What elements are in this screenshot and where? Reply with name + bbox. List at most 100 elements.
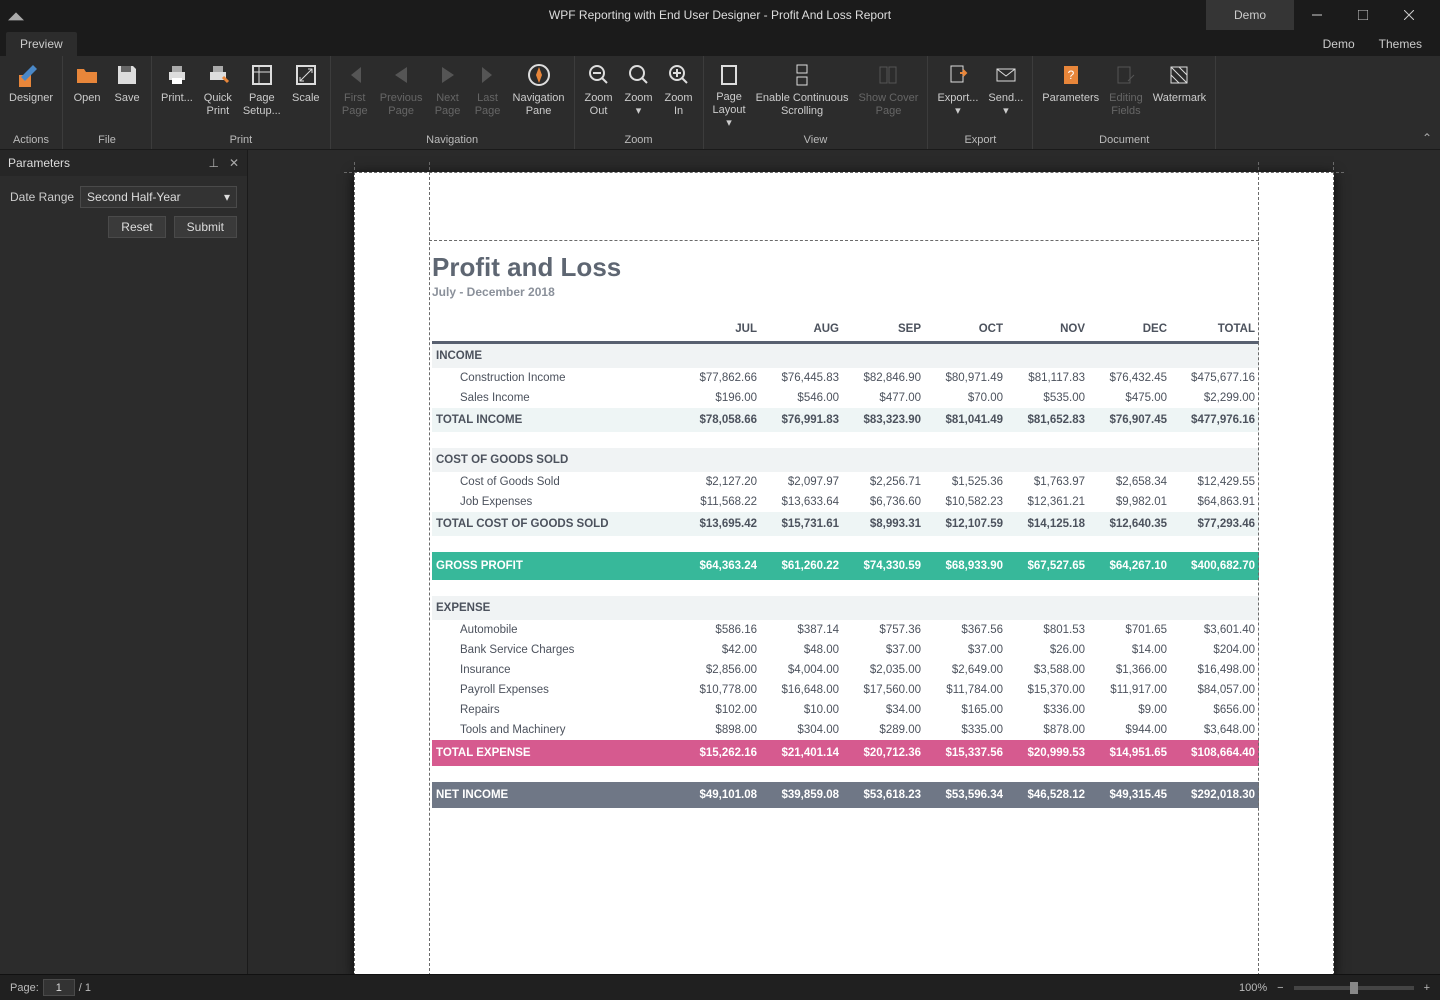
titlebar: WPF Reporting with End User Designer - P… (0, 0, 1440, 30)
table-row: Insurance$2,856.00$4,004.00$2,035.00$2,6… (432, 660, 1259, 680)
zoom-in-icon (666, 62, 692, 88)
page-layout-button[interactable]: Page Layout▾ (708, 60, 751, 132)
parameters-button[interactable]: ?Parameters (1037, 60, 1104, 132)
watermark-icon (1166, 62, 1192, 88)
prev-page-icon (388, 62, 414, 88)
next-page-icon (435, 62, 461, 88)
chevron-down-icon: ▾ (726, 117, 732, 130)
zoom-in-small-button[interactable]: + (1424, 982, 1430, 994)
send-button[interactable]: Send...▾ (983, 60, 1028, 132)
folder-open-icon (74, 62, 100, 88)
cover-page-icon (875, 62, 901, 88)
column-header: NOV (1007, 317, 1089, 343)
editing-fields-button[interactable]: Editing Fields (1104, 60, 1148, 132)
column-header: OCT (925, 317, 1007, 343)
show-cover-button[interactable]: Show Cover Page (854, 60, 924, 132)
watermark-button[interactable]: Watermark (1148, 60, 1211, 132)
continuous-scroll-button[interactable]: Enable Continuous Scrolling (751, 60, 854, 132)
table-row: Job Expenses$11,568.22$13,633.64$6,736.6… (432, 492, 1259, 512)
table-row: Cost of Goods Sold$2,127.20$2,097.97$2,2… (432, 472, 1259, 492)
report-title: Profit and Loss (432, 252, 1259, 283)
pin-icon[interactable]: ⊥ (208, 156, 218, 170)
table-row: TOTAL INCOME$78,058.66$76,991.83$83,323.… (432, 408, 1259, 432)
report-viewer[interactable]: Profit and Loss July - December 2018 JUL… (248, 150, 1440, 974)
app-menu-icon[interactable] (8, 7, 24, 23)
print-button[interactable]: Print... (156, 60, 198, 132)
column-header: DEC (1089, 317, 1171, 343)
table-row: Bank Service Charges$42.00$48.00$37.00$3… (432, 640, 1259, 660)
collapse-ribbon-icon[interactable]: ⌃ (1422, 131, 1432, 145)
window-title: WPF Reporting with End User Designer - P… (549, 8, 891, 22)
page-layout-icon (716, 62, 742, 87)
first-page-button[interactable]: First Page (335, 60, 375, 132)
maximize-button[interactable] (1340, 0, 1386, 30)
report-table: JULAUGSEPOCTNOVDECTOTAL INCOMEConstructi… (432, 317, 1259, 808)
table-row (432, 766, 1259, 782)
column-header: TOTAL (1171, 317, 1259, 343)
link-demo[interactable]: Demo (1311, 32, 1367, 56)
quick-print-icon (205, 62, 231, 88)
table-row (432, 432, 1259, 448)
export-button[interactable]: Export...▾ (932, 60, 983, 132)
reset-button[interactable]: Reset (108, 216, 165, 238)
zoom-button[interactable]: Zoom▾ (619, 60, 659, 132)
previous-page-button[interactable]: Previous Page (375, 60, 428, 132)
table-row: NET INCOME$49,101.08$39,859.08$53,618.23… (432, 782, 1259, 808)
last-page-icon (475, 62, 501, 88)
zoom-out-icon (586, 62, 612, 88)
page-total: / 1 (79, 982, 91, 994)
table-row: Automobile$586.16$387.14$757.36$367.56$8… (432, 620, 1259, 640)
save-icon (114, 62, 140, 88)
svg-text:?: ? (1067, 68, 1074, 82)
next-page-button[interactable]: Next Page (428, 60, 468, 132)
zoom-value: 100% (1239, 982, 1267, 994)
zoom-slider[interactable] (1294, 986, 1414, 990)
navigation-pane-button[interactable]: Navigation Pane (508, 60, 570, 132)
open-button[interactable]: Open (67, 60, 107, 132)
table-row: Payroll Expenses$10,778.00$16,648.00$17,… (432, 680, 1259, 700)
zoom-out-small-button[interactable]: − (1277, 982, 1283, 994)
export-icon (945, 62, 971, 88)
compass-icon (526, 62, 552, 88)
zoom-out-button[interactable]: Zoom Out (579, 60, 619, 132)
editing-fields-icon (1113, 62, 1139, 88)
demo-badge: Demo (1206, 0, 1294, 30)
date-range-select[interactable]: Second Half-Year ▾ (80, 186, 237, 208)
report-page: Profit and Loss July - December 2018 JUL… (354, 172, 1334, 974)
table-row: COST OF GOODS SOLD (432, 448, 1259, 472)
column-header: AUG (761, 317, 843, 343)
table-row (432, 580, 1259, 596)
parameters-panel-title: Parameters (8, 156, 70, 170)
table-row (432, 536, 1259, 552)
submit-button[interactable]: Submit (174, 216, 237, 238)
table-row: EXPENSE (432, 596, 1259, 620)
parameters-icon: ? (1058, 62, 1084, 88)
link-themes[interactable]: Themes (1367, 32, 1434, 56)
table-row: Sales Income$196.00$546.00$477.00$70.00$… (432, 388, 1259, 408)
zoom-icon (626, 62, 652, 88)
zoom-in-button[interactable]: Zoom In (659, 60, 699, 132)
save-button[interactable]: Save (107, 60, 147, 132)
designer-button[interactable]: Designer (4, 60, 58, 132)
table-row: Tools and Machinery$898.00$304.00$289.00… (432, 720, 1259, 740)
designer-icon (18, 62, 44, 88)
page-input[interactable] (43, 979, 75, 996)
page-label: Page: (10, 982, 39, 994)
parameters-panel: Parameters ⊥ ✕ Date Range Second Half-Ye… (0, 150, 248, 974)
chevron-down-icon: ▾ (955, 105, 961, 118)
date-range-label: Date Range (10, 190, 74, 204)
table-row: TOTAL COST OF GOODS SOLD$13,695.42$15,73… (432, 512, 1259, 536)
table-row: Construction Income$77,862.66$76,445.83$… (432, 368, 1259, 388)
scale-button[interactable]: Scale (286, 60, 326, 132)
column-header (432, 317, 679, 343)
close-button[interactable] (1386, 0, 1432, 30)
minimize-button[interactable] (1294, 0, 1340, 30)
close-panel-icon[interactable]: ✕ (229, 156, 239, 170)
continuous-scroll-icon (789, 62, 815, 88)
quick-print-button[interactable]: Quick Print (198, 60, 238, 132)
page-setup-button[interactable]: Page Setup... (238, 60, 286, 132)
last-page-button[interactable]: Last Page (468, 60, 508, 132)
chevron-down-icon: ▾ (1003, 105, 1009, 118)
ribbon: Designer Actions Open Save File Print...… (0, 56, 1440, 150)
tab-preview[interactable]: Preview (6, 32, 77, 56)
